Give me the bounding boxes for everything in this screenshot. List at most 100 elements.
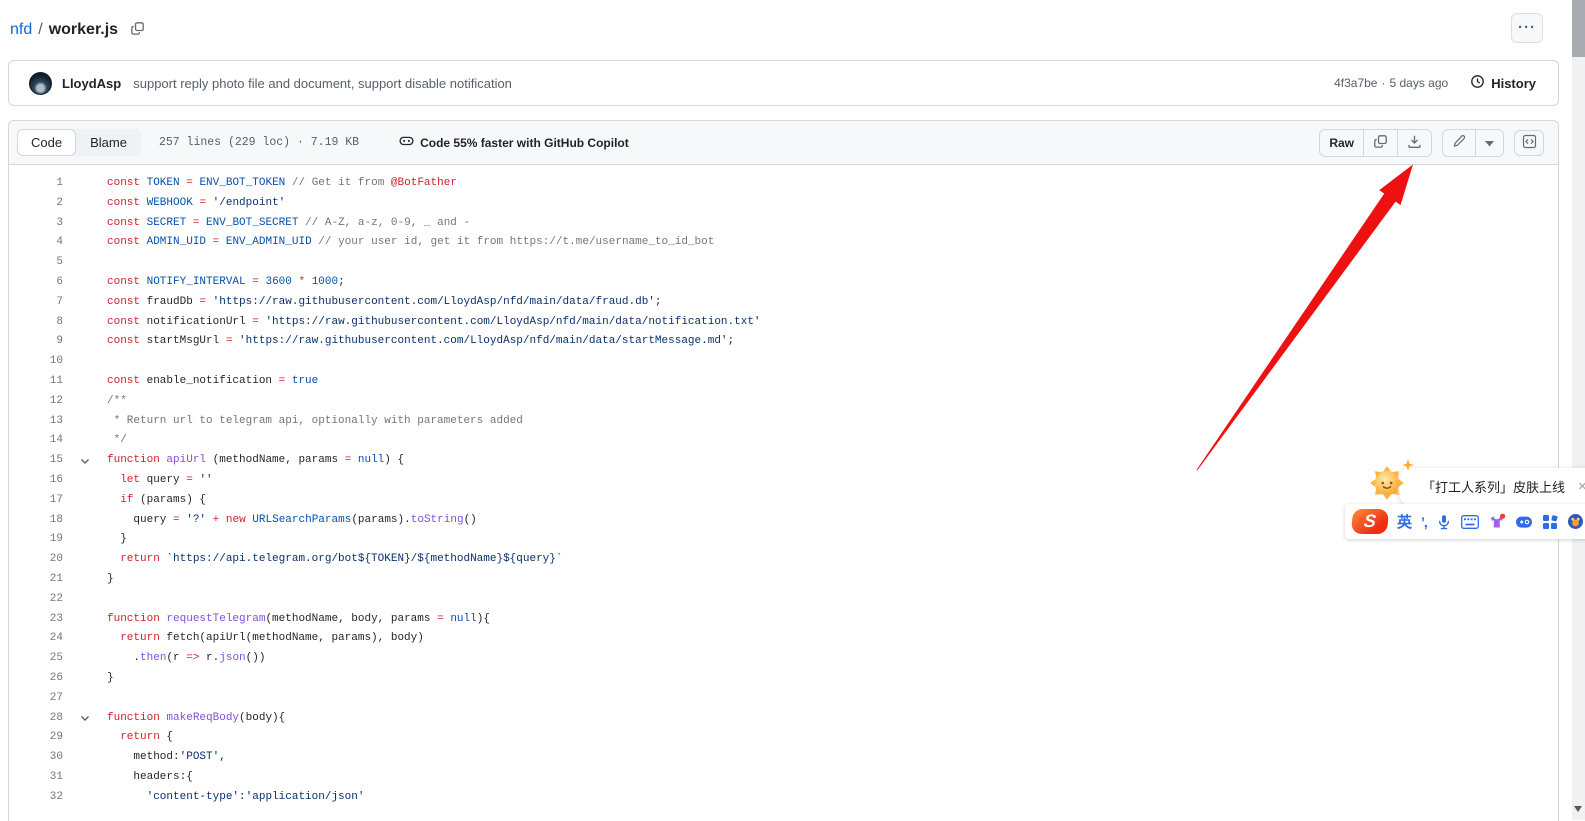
code-line: 7const fraudDb = 'https://raw.githubuser… [9,293,1558,313]
commit-author-link[interactable]: LloydAsp [62,76,121,91]
line-number[interactable]: 17 [9,491,63,511]
line-number[interactable]: 31 [9,768,63,788]
pencil-icon [1452,134,1466,151]
edit-file-button[interactable] [1443,130,1475,156]
tab-blame[interactable]: Blame [76,129,141,156]
line-number[interactable]: 5 [9,253,63,273]
line-number[interactable]: 9 [9,332,63,352]
line-number[interactable]: 18 [9,511,63,531]
breadcrumb-row: nfd / worker.js ··· [8,0,1559,60]
breadcrumb-repo-link[interactable]: nfd [10,21,32,39]
keyboard-icon[interactable] [1461,515,1479,529]
line-number[interactable]: 11 [9,372,63,392]
symbols-panel-button[interactable] [1514,130,1544,156]
line-number[interactable]: 3 [9,214,63,234]
line-number[interactable]: 27 [9,689,63,709]
code-text: } [107,669,114,689]
code-line: 22 [9,590,1558,610]
fold-chevron-icon[interactable] [63,709,107,729]
close-icon[interactable]: × [1572,478,1585,495]
fold-spacer [63,194,107,214]
line-number[interactable]: 10 [9,352,63,372]
file-actions: Raw [1319,129,1546,157]
skin-clothes-icon[interactable] [1488,513,1506,530]
code-line: 30 method:'POST', [9,748,1558,768]
code-text: } [107,570,114,590]
code-line: 9 const startMsgUrl = 'https://raw.github… [9,332,1558,352]
line-number[interactable]: 24 [9,629,63,649]
line-number[interactable]: 30 [9,748,63,768]
ime-language-mode-toggle[interactable]: 英 [1397,511,1412,532]
line-number[interactable]: 4 [9,233,63,253]
history-button[interactable]: History [1464,73,1542,93]
line-number[interactable]: 32 [9,788,63,808]
code-line: 21} [9,570,1558,590]
microphone-icon[interactable] [1436,514,1452,530]
code-view: 1const TOKEN = ENV_BOT_TOKEN // Get it f… [9,165,1558,808]
code-text: function apiUrl (methodName, params = nu… [107,451,404,471]
code-line: 25 .then(r => r.json()) [9,649,1558,669]
sun-emoji-icon[interactable] [1368,464,1406,507]
ime-notification-bubble[interactable]: 「打工人系列」皮肤上线 × [1400,468,1585,505]
line-number[interactable]: 13 [9,412,63,432]
copilot-banner[interactable]: Code 55% faster with GitHub Copilot [399,134,629,152]
raw-button[interactable]: Raw [1320,130,1363,156]
code-line: 18 query = '?' + new URLSearchParams(par… [9,511,1558,531]
line-number[interactable]: 29 [9,728,63,748]
line-number[interactable]: 26 [9,669,63,689]
code-line: 31 headers:{ [9,768,1558,788]
commit-message[interactable]: support reply photo file and document, s… [133,76,512,91]
history-label: History [1491,76,1536,91]
tab-code[interactable]: Code [17,129,76,156]
code-text: const notificationUrl = 'https://raw.git… [107,313,761,333]
copy-raw-button[interactable] [1363,130,1397,156]
line-number[interactable]: 28 [9,709,63,729]
fold-spacer [63,511,107,531]
sogou-logo-icon[interactable]: S [1351,509,1390,534]
copy-path-button[interactable] [128,19,147,41]
breadcrumb-file-name: worker.js [49,21,118,39]
code-line: 1const TOKEN = ENV_BOT_TOKEN // Get it f… [9,174,1558,194]
scrollbar-thumb[interactable] [1572,0,1585,57]
line-number[interactable]: 19 [9,530,63,550]
ime-notification-text[interactable]: 「打工人系列」皮肤上线 [1422,477,1565,496]
code-line: 20 return `https://api.telegram.org/bot$… [9,550,1558,570]
code-line: 32 'content-type':'application/json' [9,788,1558,808]
fold-spacer [63,273,107,293]
line-number[interactable]: 21 [9,570,63,590]
ai-robot-icon[interactable] [1515,515,1533,529]
line-number[interactable]: 14 [9,431,63,451]
apps-grid-icon[interactable] [1542,514,1558,530]
code-line: 4 const ADMIN_UID = ENV_ADMIN_UID // your… [9,233,1558,253]
line-number[interactable]: 2 [9,194,63,214]
line-number[interactable]: 16 [9,471,63,491]
line-number[interactable]: 1 [9,174,63,194]
copilot-text: Code 55% faster with GitHub Copilot [420,136,629,150]
line-number[interactable]: 7 [9,293,63,313]
file-options-kebab-button[interactable]: ··· [1511,13,1543,43]
line-number[interactable]: 25 [9,649,63,669]
line-number[interactable]: 8 [9,313,63,333]
code-blame-switcher: Code Blame [17,129,141,156]
line-number[interactable]: 15 [9,451,63,471]
fold-chevron-icon[interactable] [63,451,107,471]
code-text: const ADMIN_UID = ENV_ADMIN_UID // your … [107,233,714,253]
commit-sha[interactable]: 4f3a7be [1334,76,1377,90]
line-number[interactable]: 12 [9,392,63,412]
code-text: method:'POST', [107,748,226,768]
edit-dropdown-button[interactable] [1475,130,1503,156]
ime-punctuation-toggle[interactable]: ’, [1421,514,1427,530]
line-number[interactable]: 6 [9,273,63,293]
line-number[interactable]: 22 [9,590,63,610]
code-text: const startMsgUrl = 'https://raw.githubu… [107,332,734,352]
line-number[interactable]: 20 [9,550,63,570]
fold-spacer [63,471,107,491]
fold-spacer [63,332,107,352]
code-line: 15 function apiUrl (methodName, params = … [9,451,1558,471]
line-number[interactable]: 23 [9,610,63,630]
avatar[interactable] [29,72,52,95]
ime-more-icon[interactable] [1567,513,1584,530]
chevron-down-icon [1485,135,1494,150]
download-button[interactable] [1397,130,1431,156]
scrollbar-down-arrow[interactable] [1574,806,1582,816]
